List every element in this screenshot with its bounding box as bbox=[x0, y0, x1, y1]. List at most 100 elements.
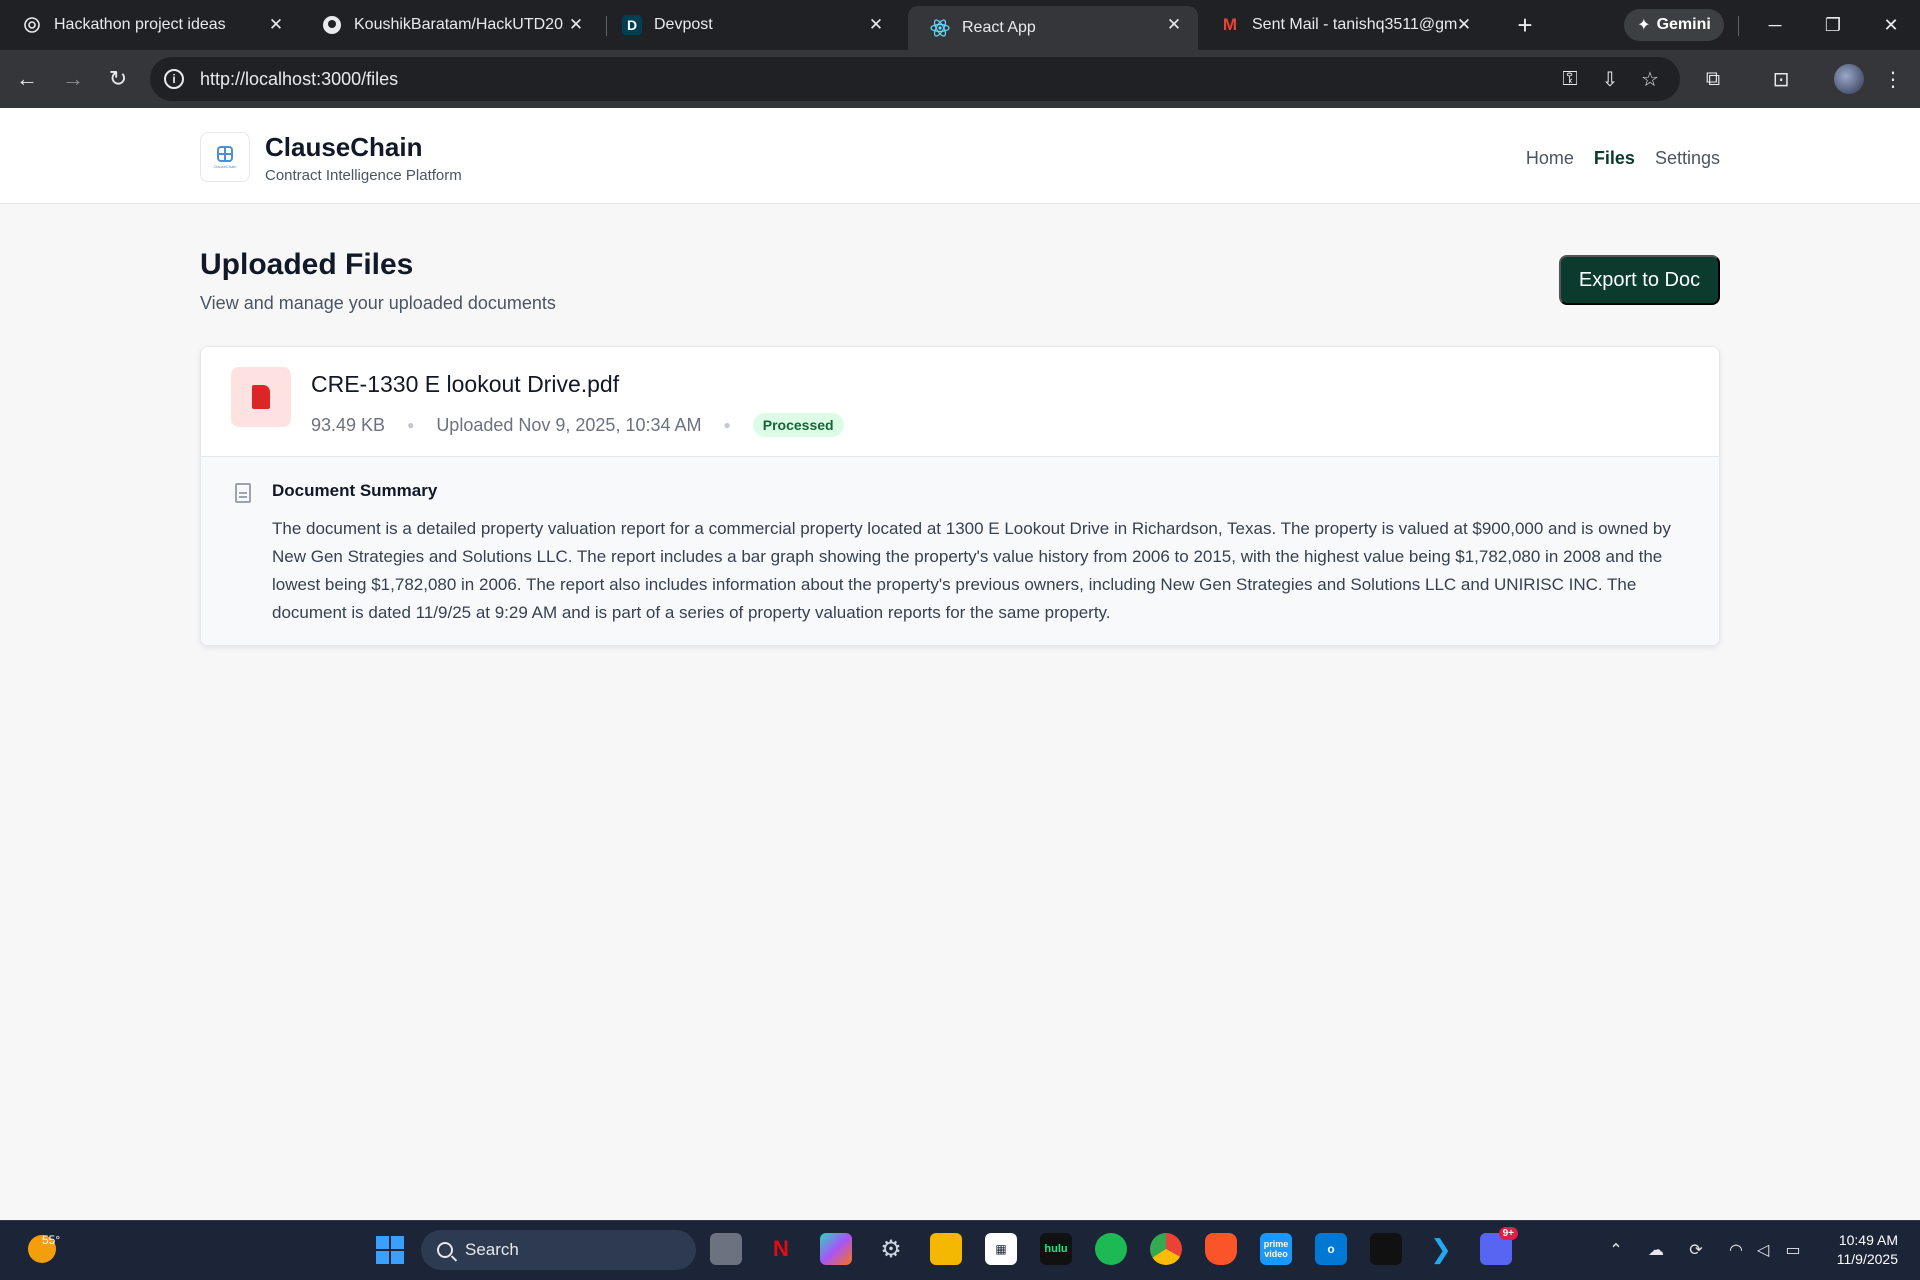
logo-text: ClauseChain bbox=[213, 163, 237, 169]
site-info-icon[interactable]: i bbox=[164, 69, 184, 89]
close-icon[interactable]: ✕ bbox=[866, 15, 886, 35]
tab-gmail[interactable]: M Sent Mail - tanishq3511@gmail ✕ bbox=[1198, 6, 1488, 44]
summary-text: The document is a detailed property valu… bbox=[272, 519, 1671, 622]
prime-video-icon[interactable]: prime video bbox=[1260, 1233, 1292, 1265]
nav-home[interactable]: Home bbox=[1526, 148, 1574, 169]
file-row[interactable]: CRE-1330 E lookout Drive.pdf 93.49 KB ● … bbox=[201, 347, 1719, 457]
gmail-icon: M bbox=[1222, 15, 1238, 34]
volume-icon[interactable]: ◁ bbox=[1752, 1239, 1774, 1261]
upload-date: Uploaded Nov 9, 2025, 10:34 AM bbox=[436, 414, 702, 435]
profile-avatar[interactable] bbox=[1834, 64, 1864, 94]
wifi-icon[interactable]: ◠ bbox=[1725, 1239, 1747, 1261]
sync-icon[interactable]: ⟳ bbox=[1685, 1239, 1707, 1261]
app-logo[interactable]: ClauseChain bbox=[200, 132, 250, 182]
spotify-icon[interactable] bbox=[1095, 1233, 1127, 1265]
brave-icon[interactable] bbox=[1205, 1233, 1237, 1265]
export-to-doc-button[interactable]: Export to Doc bbox=[1559, 255, 1720, 305]
netflix-icon[interactable]: N bbox=[765, 1233, 797, 1265]
notification-badge: 9+ bbox=[1498, 1227, 1518, 1240]
forward-icon[interactable]: → bbox=[58, 64, 88, 94]
file-card: CRE-1330 E lookout Drive.pdf 93.49 KB ● … bbox=[200, 346, 1720, 646]
file-name[interactable]: CRE-1330 E lookout Drive.pdf bbox=[311, 371, 619, 398]
tab-title: KoushikBaratam/HackUTD2025 bbox=[354, 16, 564, 33]
pdf-file-icon bbox=[231, 367, 291, 427]
status-badge: Processed bbox=[752, 413, 844, 437]
tab-title: React App bbox=[962, 19, 1036, 36]
app-header: ClauseChain ClauseChain Contract Intelli… bbox=[0, 108, 1920, 204]
discord-icon[interactable]: 9+ bbox=[1480, 1227, 1518, 1265]
gemini-button[interactable]: ✦ Gemini bbox=[1624, 9, 1724, 41]
browser-tab-strip: Hackathon project ideas ✕ KoushikBaratam… bbox=[0, 0, 1920, 50]
bookmark-star-icon[interactable]: ☆ bbox=[1637, 66, 1663, 92]
onedrive-cloud-icon[interactable]: ☁ bbox=[1645, 1239, 1667, 1261]
microsoft-store-icon[interactable]: ▦ bbox=[985, 1233, 1017, 1265]
windows-start-icon[interactable] bbox=[376, 1236, 404, 1264]
extensions-icon[interactable]: ⧉ bbox=[1700, 66, 1726, 92]
github-icon bbox=[322, 15, 342, 35]
main-nav: Home Files Settings bbox=[1526, 148, 1720, 169]
page-subtitle: View and manage your uploaded documents bbox=[200, 293, 556, 313]
chrome-icon[interactable] bbox=[1150, 1233, 1182, 1265]
outlook-icon[interactable]: o bbox=[1315, 1233, 1347, 1265]
url-text[interactable]: http://localhost:3000/files bbox=[200, 69, 398, 90]
taskbar-search[interactable]: Search bbox=[421, 1230, 696, 1270]
tab-title: Hackathon project ideas bbox=[54, 16, 226, 33]
new-tab-button[interactable]: + bbox=[1510, 10, 1540, 40]
separator-dot: ● bbox=[723, 418, 731, 432]
system-clock[interactable]: 10:49 AM 11/9/2025 bbox=[1837, 1231, 1898, 1269]
battery-icon[interactable]: ▭ bbox=[1782, 1239, 1804, 1261]
file-meta: 93.49 KB ● Uploaded Nov 9, 2025, 10:34 A… bbox=[311, 413, 844, 437]
tab-hackathon-ideas[interactable]: Hackathon project ideas ✕ bbox=[0, 6, 300, 44]
app-name: ClauseChain bbox=[265, 132, 423, 162]
install-app-icon[interactable]: ⇩ bbox=[1597, 66, 1623, 92]
search-label: Search bbox=[465, 1240, 519, 1259]
separator-dot: ● bbox=[407, 418, 415, 432]
address-bar[interactable]: i http://localhost:3000/files bbox=[150, 57, 1680, 101]
close-icon[interactable]: ✕ bbox=[1454, 15, 1474, 35]
page-title: Uploaded Files bbox=[200, 248, 414, 281]
file-size: 93.49 KB bbox=[311, 414, 386, 435]
close-icon[interactable]: ✕ bbox=[1164, 15, 1184, 35]
tab-devpost[interactable]: D Devpost ✕ bbox=[600, 6, 900, 44]
copilot-icon[interactable] bbox=[820, 1233, 852, 1265]
search-icon bbox=[437, 1242, 453, 1258]
clock-date: 11/9/2025 bbox=[1836, 1251, 1898, 1267]
devpost-icon: D bbox=[622, 15, 642, 35]
file-explorer-icon[interactable] bbox=[930, 1233, 962, 1265]
tab-github[interactable]: KoushikBaratam/HackUTD2025 ✕ bbox=[300, 6, 600, 44]
windows-taskbar: 55° Search N ⚙ ▦ hulu prime video o ❯ 9+… bbox=[0, 1220, 1920, 1280]
hulu-icon[interactable]: hulu bbox=[1040, 1233, 1072, 1265]
sparkle-icon: ✦ bbox=[1637, 17, 1651, 34]
tab-separator bbox=[1738, 16, 1739, 36]
openai-icon bbox=[22, 15, 42, 35]
clock-time: 10:49 AM bbox=[1838, 1232, 1898, 1248]
vscode-icon[interactable]: ❯ bbox=[1425, 1233, 1457, 1265]
summary-title: Document Summary bbox=[272, 481, 438, 500]
minimize-icon[interactable]: ─ bbox=[1752, 10, 1798, 40]
menu-kebab-icon[interactable]: ⋮ bbox=[1880, 66, 1906, 92]
tab-title: Sent Mail - tanishq3511@gmail bbox=[1252, 16, 1457, 33]
browser-toolbar: ← → ↻ i http://localhost:3000/files ⚿ ⇩ … bbox=[0, 50, 1920, 108]
window-close-icon[interactable]: ✕ bbox=[1868, 10, 1914, 40]
document-summary: Document Summary The document is a detai… bbox=[201, 457, 1719, 645]
task-view-icon[interactable] bbox=[710, 1233, 742, 1265]
tab-search-icon[interactable]: ⊡ bbox=[1768, 66, 1794, 92]
close-icon[interactable]: ✕ bbox=[266, 15, 286, 35]
settings-gear-icon[interactable]: ⚙ bbox=[875, 1233, 907, 1265]
gemini-label: Gemini bbox=[1656, 16, 1711, 33]
back-icon[interactable]: ← bbox=[12, 64, 42, 94]
react-icon bbox=[930, 18, 950, 38]
reload-icon[interactable]: ↻ bbox=[103, 64, 133, 94]
tab-title: Devpost bbox=[654, 16, 713, 33]
tab-react-app[interactable]: React App ✕ bbox=[908, 6, 1198, 50]
document-text-icon bbox=[235, 483, 251, 503]
password-key-icon[interactable]: ⚿ bbox=[1557, 66, 1583, 92]
nav-settings[interactable]: Settings bbox=[1655, 148, 1720, 169]
app-tagline: Contract Intelligence Platform bbox=[265, 167, 462, 184]
chevron-up-icon[interactable]: ⌃ bbox=[1605, 1239, 1627, 1261]
restore-icon[interactable]: ❐ bbox=[1810, 10, 1856, 40]
close-icon[interactable]: ✕ bbox=[566, 15, 586, 35]
weather-temp: 55° bbox=[42, 1233, 61, 1247]
nav-files[interactable]: Files bbox=[1594, 148, 1635, 169]
terminal-app-icon[interactable] bbox=[1370, 1233, 1402, 1265]
